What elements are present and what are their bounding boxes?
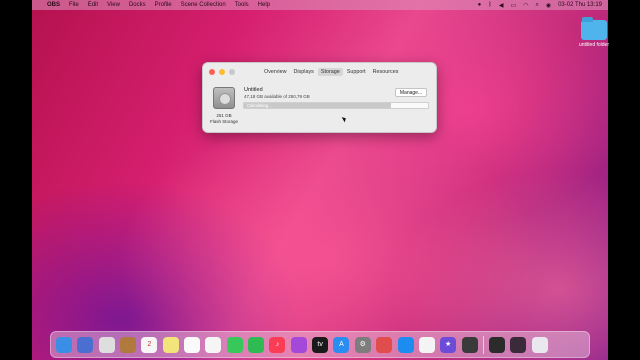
screen-recorder-glyph — [510, 337, 526, 353]
tab-resources[interactable]: Resources — [370, 68, 402, 76]
folder-label: untitled folder — [578, 42, 610, 48]
app-grid-glyph — [99, 337, 115, 353]
menu-tools[interactable]: Tools — [235, 2, 249, 8]
safari-icon[interactable] — [397, 336, 414, 353]
tab-displays[interactable]: Displays — [290, 68, 316, 76]
music-glyph: ♪ — [275, 340, 280, 348]
apple-tv-icon[interactable]: tv — [312, 336, 329, 353]
menu-docks[interactable]: Docks — [129, 2, 146, 8]
obs-glyph — [489, 337, 505, 353]
contacts-icon[interactable] — [120, 336, 137, 353]
trash-glyph — [532, 337, 548, 353]
tab-overview[interactable]: Overview — [261, 68, 289, 76]
volume-icon[interactable]: ◀ — [499, 2, 504, 9]
menu-help[interactable]: Help — [258, 2, 270, 8]
folder-icon — [581, 17, 607, 40]
system-preferences-icon[interactable]: ⚙ — [354, 336, 371, 353]
about-this-mac-window: Overview Displays Storage Support Resour… — [202, 62, 437, 133]
bluetooth-icon[interactable]: ᛒ — [488, 2, 492, 8]
menu-view[interactable]: View — [107, 2, 120, 8]
drive-kind: Flash Storage — [209, 119, 238, 124]
drive-size: 251 GB — [216, 113, 232, 118]
wifi-icon[interactable]: ◠ — [523, 2, 528, 9]
app-store-icon[interactable]: A — [333, 336, 350, 353]
maps-icon[interactable] — [376, 336, 393, 353]
menu-obs[interactable]: OBS — [47, 2, 60, 8]
dock: 2 ♪ tv A ⚙ ★ — [50, 331, 590, 358]
calendar-glyph: 2 — [147, 340, 152, 348]
reminders-glyph — [184, 337, 200, 353]
imovie-glyph: ★ — [445, 340, 452, 348]
reminders-icon[interactable] — [184, 336, 201, 353]
podcasts-glyph — [291, 337, 307, 353]
launchpad-icon[interactable] — [77, 336, 94, 353]
left-letterbox — [0, 0, 32, 360]
tab-bar: Overview Displays Storage Support Resour… — [261, 67, 402, 76]
menu-file[interactable]: File — [69, 2, 79, 8]
menu-scene-collection[interactable]: Scene Collection — [181, 2, 226, 8]
utility-glyph — [462, 337, 478, 353]
photos-icon[interactable] — [205, 336, 222, 353]
menu-edit[interactable]: Edit — [88, 2, 98, 8]
chrome-icon[interactable] — [418, 336, 435, 353]
podcasts-icon[interactable] — [290, 336, 307, 353]
notes-icon[interactable] — [162, 336, 179, 353]
dock-separator — [482, 335, 484, 354]
app-store-glyph: A — [339, 340, 344, 348]
maps-glyph — [376, 337, 392, 353]
facetime-icon[interactable] — [248, 336, 265, 353]
right-letterbox — [608, 0, 640, 360]
obs-status-icon[interactable]: ● — [478, 2, 482, 8]
photos-glyph — [205, 337, 221, 353]
hard-drive-icon — [213, 87, 235, 109]
tab-storage[interactable]: Storage — [317, 67, 343, 76]
launchpad-glyph — [77, 337, 93, 353]
menu-bar: OBS File Edit View Docks Profile Scene C… — [32, 0, 608, 10]
search-icon[interactable]: ⌕ — [535, 2, 538, 9]
chrome-glyph — [419, 337, 435, 353]
desktop-folder[interactable]: untitled folder — [574, 17, 614, 48]
contacts-glyph — [120, 337, 136, 353]
volume-name: Untitled — [244, 87, 263, 93]
close-button[interactable] — [209, 68, 215, 75]
volume-available: 47,18 GB available of 250,79 GB — [244, 94, 310, 99]
safari-glyph — [398, 337, 414, 353]
zoom-button[interactable] — [229, 68, 235, 75]
music-icon[interactable]: ♪ — [269, 336, 286, 353]
app-grid-icon[interactable] — [98, 336, 115, 353]
facetime-glyph — [248, 337, 264, 353]
desktop-wallpaper — [0, 0, 640, 360]
trash-icon[interactable] — [531, 336, 548, 353]
battery-icon[interactable]: ▭ — [511, 2, 517, 9]
notes-glyph — [163, 337, 179, 353]
manage-button[interactable]: Manage... — [395, 88, 427, 97]
screen-recorder-icon[interactable] — [510, 336, 527, 353]
control-center-icon[interactable]: ◉ — [546, 2, 551, 9]
storage-progress-bar: Calculating... — [243, 102, 429, 109]
apple-tv-glyph: tv — [317, 340, 323, 348]
messages-icon[interactable] — [226, 336, 243, 353]
menu-profile[interactable]: Profile — [155, 2, 172, 8]
minimize-button[interactable] — [219, 68, 225, 75]
finder-glyph — [56, 337, 72, 353]
storage-panel: 251 GB Flash Storage Untitled 47,18 GB a… — [203, 80, 436, 134]
menubar-clock[interactable]: 03-02 Thu 13:19 — [558, 2, 602, 8]
utility-icon[interactable] — [461, 336, 478, 353]
calendar-icon[interactable]: 2 — [141, 336, 158, 353]
progress-text: Calculating... — [247, 103, 272, 108]
obs-icon[interactable] — [488, 336, 505, 353]
imovie-icon[interactable]: ★ — [440, 336, 457, 353]
messages-glyph — [227, 337, 243, 353]
finder-icon[interactable] — [56, 336, 72, 353]
system-preferences-glyph: ⚙ — [359, 340, 366, 348]
title-bar: Overview Displays Storage Support Resour… — [203, 63, 436, 80]
tab-support[interactable]: Support — [344, 68, 369, 76]
